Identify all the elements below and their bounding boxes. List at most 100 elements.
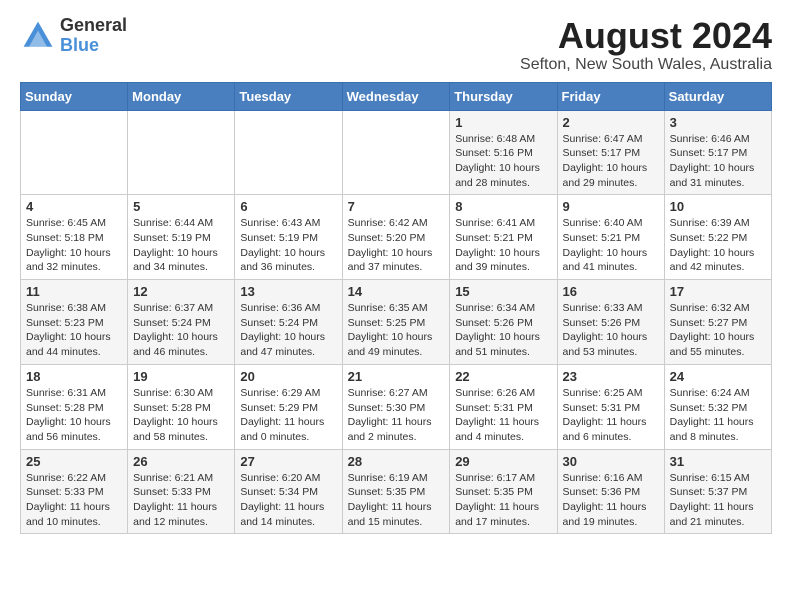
calendar-table: SundayMondayTuesdayWednesdayThursdayFrid… <box>20 82 772 535</box>
day-info: Sunrise: 6:21 AM Sunset: 5:33 PM Dayligh… <box>133 471 229 530</box>
day-info: Sunrise: 6:15 AM Sunset: 5:37 PM Dayligh… <box>670 471 766 530</box>
calendar-cell: 17Sunrise: 6:32 AM Sunset: 5:27 PM Dayli… <box>664 280 771 365</box>
calendar-header: SundayMondayTuesdayWednesdayThursdayFrid… <box>21 82 772 110</box>
day-number: 14 <box>348 284 445 299</box>
day-number: 18 <box>26 369 122 384</box>
logo-blue: Blue <box>60 36 127 56</box>
day-info: Sunrise: 6:16 AM Sunset: 5:36 PM Dayligh… <box>563 471 659 530</box>
day-info: Sunrise: 6:22 AM Sunset: 5:33 PM Dayligh… <box>26 471 122 530</box>
day-number: 22 <box>455 369 551 384</box>
day-info: Sunrise: 6:42 AM Sunset: 5:20 PM Dayligh… <box>348 216 445 275</box>
weekday-header-saturday: Saturday <box>664 82 771 110</box>
day-info: Sunrise: 6:17 AM Sunset: 5:35 PM Dayligh… <box>455 471 551 530</box>
calendar-cell: 15Sunrise: 6:34 AM Sunset: 5:26 PM Dayli… <box>450 280 557 365</box>
calendar-week-3: 11 Sunrise: 6:38 AM Sunset: 5:23 PM Dayli… <box>21 280 772 365</box>
weekday-header-monday: Monday <box>128 82 235 110</box>
day-info: Sunrise: 6:20 AM Sunset: 5:34 PM Dayligh… <box>240 471 336 530</box>
day-info: Sunrise: 6:35 AM Sunset: 5:25 PM Dayligh… <box>348 301 445 360</box>
calendar-cell: 2Sunrise: 6:47 AM Sunset: 5:17 PM Daylig… <box>557 110 664 195</box>
calendar-cell: 12Sunrise: 6:37 AM Sunset: 5:24 PM Dayli… <box>128 280 235 365</box>
calendar-cell: 18 Sunrise: 6:31 AM Sunset: 5:28 PM Dayli… <box>21 364 128 449</box>
day-number: 2 <box>563 115 659 130</box>
day-info: Sunrise: 6:26 AM Sunset: 5:31 PM Dayligh… <box>455 386 551 445</box>
logo: General Blue <box>20 16 127 56</box>
day-number: 27 <box>240 454 336 469</box>
logo-general: General <box>60 16 127 36</box>
day-number: 16 <box>563 284 659 299</box>
day-number: 7 <box>348 199 445 214</box>
calendar-cell: 30Sunrise: 6:16 AM Sunset: 5:36 PM Dayli… <box>557 449 664 534</box>
day-info: Sunrise: 6:45 AM Sunset: 5:18 PM Dayligh… <box>26 216 122 275</box>
day-info: Sunrise: 6:29 AM Sunset: 5:29 PM Dayligh… <box>240 386 336 445</box>
page-subtitle: Sefton, New South Wales, Australia <box>520 56 772 74</box>
calendar-cell: 22 Sunrise: 6:26 AM Sunset: 5:31 PM Dayli… <box>450 364 557 449</box>
day-number: 19 <box>133 369 229 384</box>
day-info: Sunrise: 6:39 AM Sunset: 5:22 PM Dayligh… <box>670 216 766 275</box>
calendar-cell: 7 Sunrise: 6:42 AM Sunset: 5:20 PM Daylig… <box>342 195 450 280</box>
day-info: Sunrise: 6:48 AM Sunset: 5:16 PM Dayligh… <box>455 132 551 191</box>
calendar-cell: 13Sunrise: 6:36 AM Sunset: 5:24 PM Dayli… <box>235 280 342 365</box>
logo-icon <box>20 18 56 54</box>
page-title: August 2024 <box>520 16 772 56</box>
calendar-cell <box>128 110 235 195</box>
day-info: Sunrise: 6:27 AM Sunset: 5:30 PM Dayligh… <box>348 386 445 445</box>
day-number: 20 <box>240 369 336 384</box>
day-info: Sunrise: 6:24 AM Sunset: 5:32 PM Dayligh… <box>670 386 766 445</box>
day-info: Sunrise: 6:31 AM Sunset: 5:28 PM Dayligh… <box>26 386 122 445</box>
weekday-header-friday: Friday <box>557 82 664 110</box>
calendar-cell: 28Sunrise: 6:19 AM Sunset: 5:35 PM Dayli… <box>342 449 450 534</box>
day-info: Sunrise: 6:19 AM Sunset: 5:35 PM Dayligh… <box>348 471 445 530</box>
calendar-cell: 23 Sunrise: 6:25 AM Sunset: 5:31 PM Dayli… <box>557 364 664 449</box>
day-number: 10 <box>670 199 766 214</box>
calendar-cell: 26 Sunrise: 6:21 AM Sunset: 5:33 PM Dayli… <box>128 449 235 534</box>
day-info: Sunrise: 6:40 AM Sunset: 5:21 PM Dayligh… <box>563 216 659 275</box>
calendar-cell: 9 Sunrise: 6:40 AM Sunset: 5:21 PM Daylig… <box>557 195 664 280</box>
day-info: Sunrise: 6:38 AM Sunset: 5:23 PM Dayligh… <box>26 301 122 360</box>
day-number: 11 <box>26 284 122 299</box>
calendar-cell: 19 Sunrise: 6:30 AM Sunset: 5:28 PM Dayli… <box>128 364 235 449</box>
day-number: 4 <box>26 199 122 214</box>
day-number: 5 <box>133 199 229 214</box>
title-block: August 2024 Sefton, New South Wales, Aus… <box>520 16 772 74</box>
day-number: 8 <box>455 199 551 214</box>
calendar-cell: 20 Sunrise: 6:29 AM Sunset: 5:29 PM Dayli… <box>235 364 342 449</box>
day-info: Sunrise: 6:32 AM Sunset: 5:27 PM Dayligh… <box>670 301 766 360</box>
day-number: 26 <box>133 454 229 469</box>
weekday-header-wednesday: Wednesday <box>342 82 450 110</box>
day-info: Sunrise: 6:30 AM Sunset: 5:28 PM Dayligh… <box>133 386 229 445</box>
logo-text: General Blue <box>60 16 127 56</box>
weekday-header-tuesday: Tuesday <box>235 82 342 110</box>
day-info: Sunrise: 6:37 AM Sunset: 5:24 PM Dayligh… <box>133 301 229 360</box>
day-number: 9 <box>563 199 659 214</box>
calendar-cell: 21 Sunrise: 6:27 AM Sunset: 5:30 PM Dayli… <box>342 364 450 449</box>
day-number: 31 <box>670 454 766 469</box>
calendar-cell <box>21 110 128 195</box>
calendar-cell: 29 Sunrise: 6:17 AM Sunset: 5:35 PM Dayli… <box>450 449 557 534</box>
day-info: Sunrise: 6:33 AM Sunset: 5:26 PM Dayligh… <box>563 301 659 360</box>
calendar-week-4: 18 Sunrise: 6:31 AM Sunset: 5:28 PM Dayli… <box>21 364 772 449</box>
day-info: Sunrise: 6:25 AM Sunset: 5:31 PM Dayligh… <box>563 386 659 445</box>
calendar-cell: 8 Sunrise: 6:41 AM Sunset: 5:21 PM Daylig… <box>450 195 557 280</box>
day-number: 21 <box>348 369 445 384</box>
day-number: 3 <box>670 115 766 130</box>
calendar-cell: 5 Sunrise: 6:44 AM Sunset: 5:19 PM Daylig… <box>128 195 235 280</box>
calendar-cell: 6Sunrise: 6:43 AM Sunset: 5:19 PM Daylig… <box>235 195 342 280</box>
day-info: Sunrise: 6:44 AM Sunset: 5:19 PM Dayligh… <box>133 216 229 275</box>
calendar-cell <box>235 110 342 195</box>
calendar-cell: 25Sunrise: 6:22 AM Sunset: 5:33 PM Dayli… <box>21 449 128 534</box>
day-number: 1 <box>455 115 551 130</box>
calendar-week-1: 1 Sunrise: 6:48 AM Sunset: 5:16 PM Daylig… <box>21 110 772 195</box>
calendar-cell: 14 Sunrise: 6:35 AM Sunset: 5:25 PM Dayli… <box>342 280 450 365</box>
calendar-body: 1 Sunrise: 6:48 AM Sunset: 5:16 PM Daylig… <box>21 110 772 534</box>
calendar-cell: 1 Sunrise: 6:48 AM Sunset: 5:16 PM Daylig… <box>450 110 557 195</box>
calendar-cell: 10 Sunrise: 6:39 AM Sunset: 5:22 PM Dayli… <box>664 195 771 280</box>
day-number: 15 <box>455 284 551 299</box>
day-number: 29 <box>455 454 551 469</box>
day-number: 13 <box>240 284 336 299</box>
weekday-header-thursday: Thursday <box>450 82 557 110</box>
day-info: Sunrise: 6:43 AM Sunset: 5:19 PM Dayligh… <box>240 216 336 275</box>
day-info: Sunrise: 6:41 AM Sunset: 5:21 PM Dayligh… <box>455 216 551 275</box>
calendar-week-5: 25Sunrise: 6:22 AM Sunset: 5:33 PM Dayli… <box>21 449 772 534</box>
day-number: 23 <box>563 369 659 384</box>
calendar-cell: 3Sunrise: 6:46 AM Sunset: 5:17 PM Daylig… <box>664 110 771 195</box>
